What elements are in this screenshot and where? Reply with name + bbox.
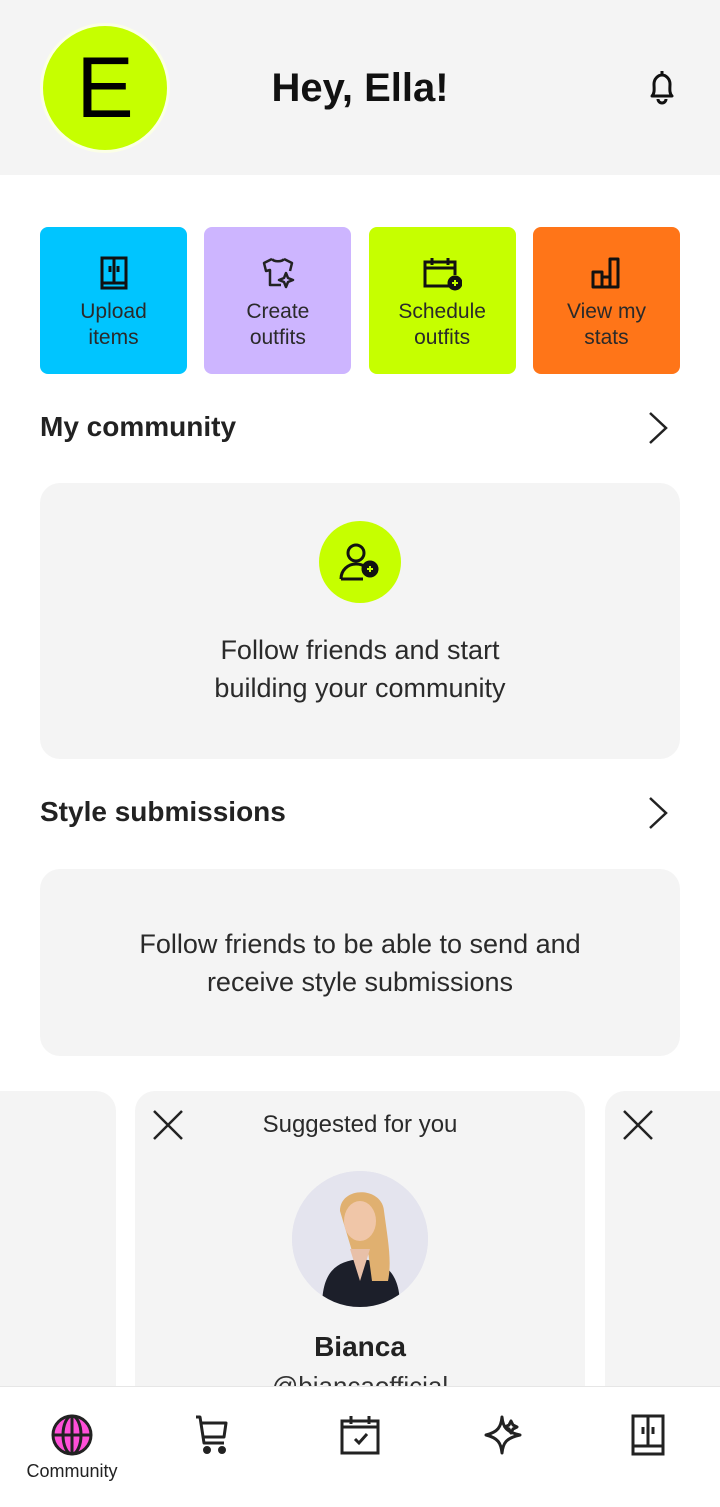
tab-wardrobe[interactable] [576, 1387, 720, 1507]
greeting-title: Hey, Ella! [271, 66, 449, 110]
my-community-chevron-icon[interactable] [640, 408, 674, 448]
tab-calendar[interactable] [288, 1387, 432, 1507]
style-submissions-title: Style submissions [40, 796, 286, 827]
tab-shop[interactable] [142, 1387, 286, 1507]
upload-items-label: Upload items [80, 300, 147, 349]
bottom-tab-bar: Community [0, 1386, 720, 1507]
suggested-card-next[interactable] [605, 1091, 720, 1411]
style-submissions-empty-message: Follow friends to be able to send and re… [139, 929, 581, 997]
view-stats-button[interactable]: View my stats [532, 227, 680, 374]
cart-icon [196, 1415, 228, 1454]
tab-styling[interactable] [432, 1387, 576, 1507]
bar-chart-icon [591, 257, 620, 289]
schedule-outfits-label: Schedule outfits [398, 300, 486, 349]
suggested-title: Suggested for you [262, 1111, 458, 1138]
upload-items-button[interactable]: Upload items [40, 227, 187, 374]
community-empty-card: Follow friends and start building your c… [40, 483, 680, 759]
style-submissions-empty-card: Follow friends to be able to send and re… [40, 869, 680, 1056]
calendar-check-icon [340, 1416, 380, 1455]
tab-community-label: Community [26, 1461, 118, 1481]
quick-actions: Upload items Create outfits Schedule out… [40, 227, 680, 374]
wardrobe-icon [631, 1414, 665, 1456]
wardrobe-icon [100, 256, 127, 290]
bell-icon[interactable] [640, 66, 684, 110]
schedule-outfits-button[interactable]: Schedule outfits [368, 227, 516, 374]
shirt-sparkle-icon [262, 257, 295, 289]
my-community-title: My community [40, 411, 237, 442]
create-outfits-label: Create outfits [246, 300, 310, 349]
suggested-card-previous[interactable] [0, 1091, 116, 1411]
suggested-user-photo[interactable] [292, 1171, 428, 1307]
tab-community[interactable]: Community [0, 1387, 144, 1507]
create-outfits-button[interactable]: Create outfits [204, 227, 352, 374]
header: E Hey, Ella! [0, 0, 720, 175]
add-user-button[interactable] [319, 521, 401, 603]
close-icon[interactable] [621, 1108, 655, 1142]
suggested-user-name: Bianca [314, 1331, 406, 1362]
add-user-icon [339, 543, 379, 581]
sparkle-icon [484, 1415, 522, 1455]
view-stats-label: View my stats [567, 300, 646, 349]
style-submissions-chevron-icon[interactable] [640, 793, 674, 833]
suggested-card[interactable]: Suggested for you Bianca @biancaofficial [135, 1091, 585, 1411]
community-empty-message: Follow friends and start building your c… [214, 635, 506, 703]
calendar-plus-icon [423, 258, 463, 291]
globe-icon [51, 1414, 93, 1456]
